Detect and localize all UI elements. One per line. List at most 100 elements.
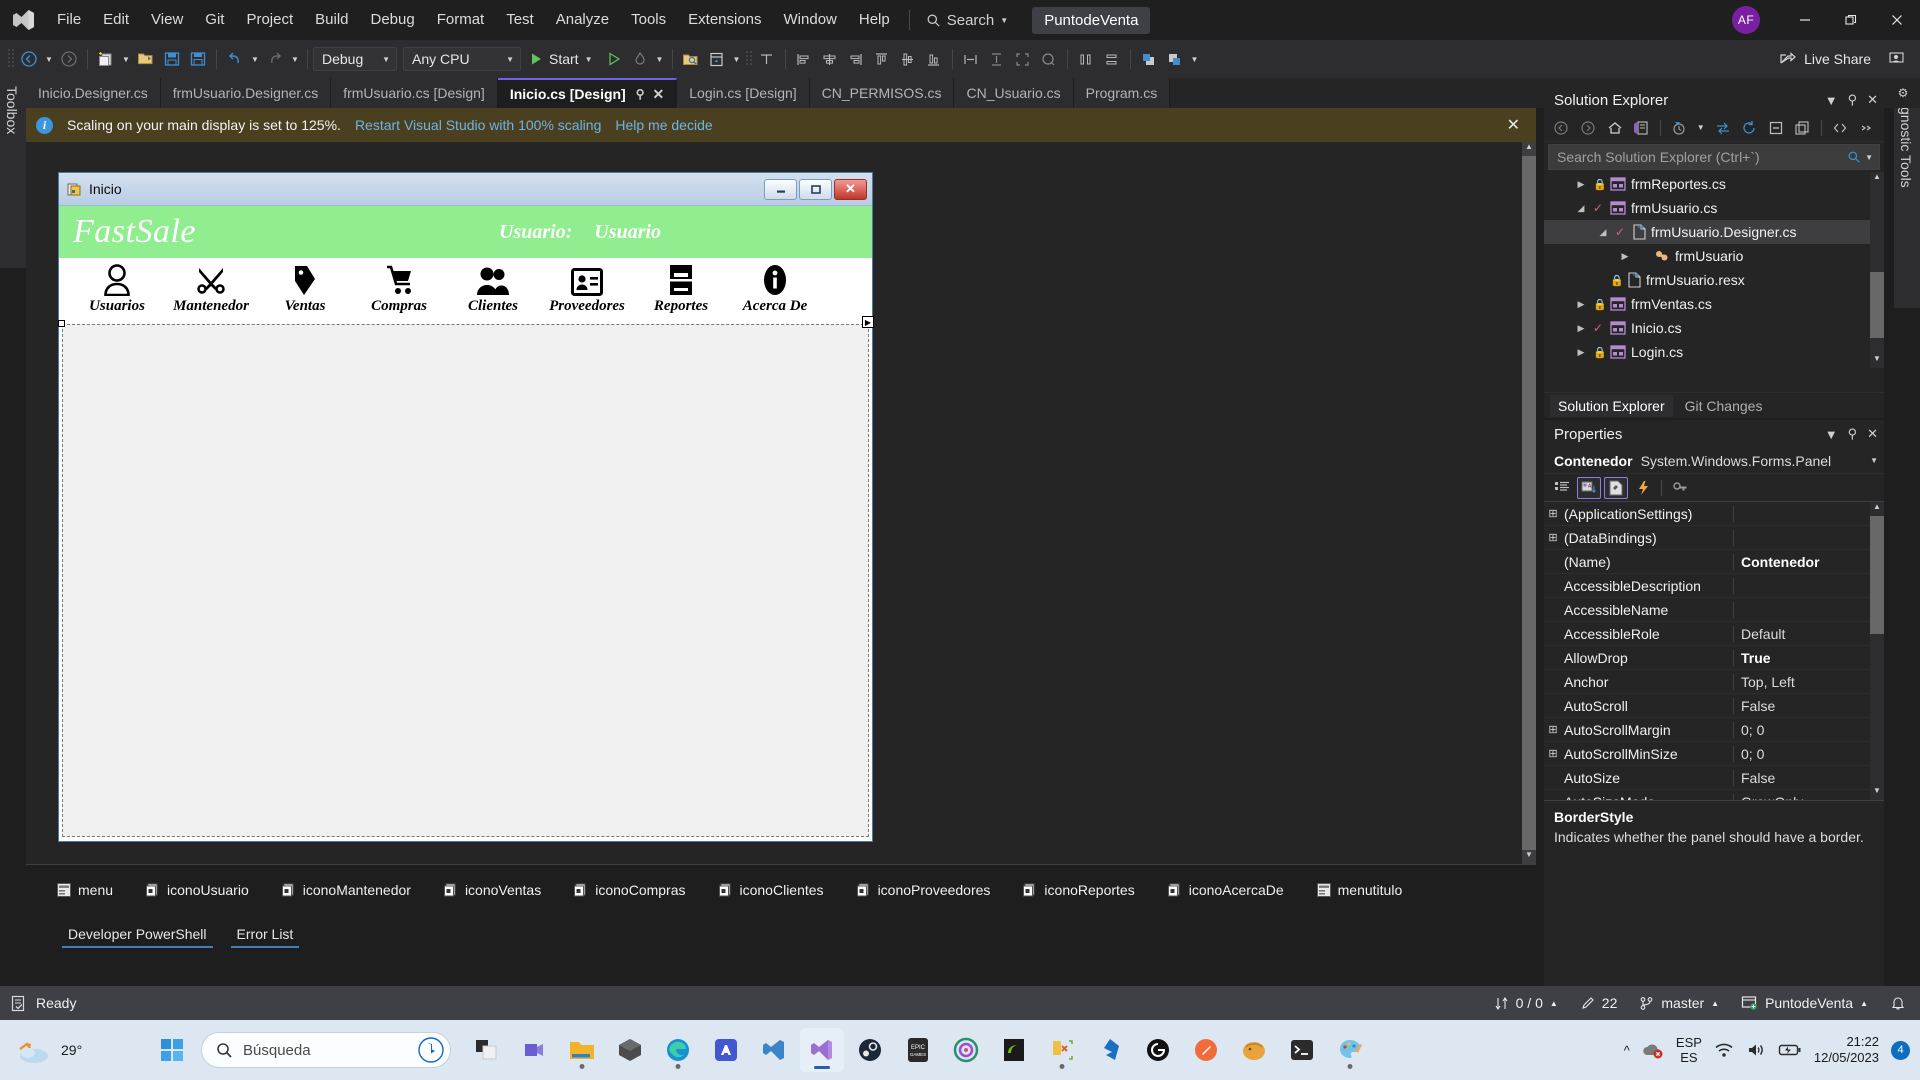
tree-item-frmventas-cs[interactable]: ▶ 🔒 frmVentas.cs <box>1544 292 1884 316</box>
form-close-button[interactable]: ✕ <box>834 178 867 200</box>
menu-item-ventas[interactable]: Ventas <box>269 258 341 315</box>
toolbar-grip-2[interactable] <box>744 48 754 70</box>
solution-explorer-scrollbar[interactable]: ▲ ▼ <box>1870 172 1884 368</box>
zoom-button[interactable] <box>1036 46 1062 72</box>
align-middles-button[interactable] <box>895 46 921 72</box>
show-all-files-button[interactable] <box>1791 117 1814 139</box>
menu-format[interactable]: Format <box>426 6 496 34</box>
property-row-accessiblerole[interactable]: AccessibleRole Default <box>1544 622 1884 646</box>
search-icon[interactable] <box>1847 150 1861 164</box>
taskbar-search-input[interactable]: Búsqueda <box>201 1032 451 1068</box>
taskbar-app-ubisoft-connect[interactable] <box>944 1028 988 1072</box>
gear-icon[interactable]: ⚙ <box>1892 86 1914 100</box>
tree-item-frmusuario-designer-cs[interactable]: ◢ ✓ frmUsuario.Designer.cs <box>1544 220 1884 244</box>
events-view-button[interactable] <box>1631 477 1655 499</box>
menu-tools[interactable]: Tools <box>620 6 677 34</box>
taskbar-app-azure-data-studio[interactable] <box>1088 1028 1132 1072</box>
taskbar-app-steam[interactable] <box>848 1028 892 1072</box>
close-button[interactable] <box>1874 0 1920 40</box>
tray-item-iconoreportes[interactable]: iconoReportes <box>1022 882 1135 898</box>
taskbar-app-terminal[interactable] <box>1280 1028 1324 1072</box>
tree-item-inicio-cs[interactable]: ▶ ✓ Inicio.cs <box>1544 316 1884 340</box>
inicio-form-preview[interactable]: Inicio ✕ FastSale Usuario: Usuario Usuar… <box>58 172 874 842</box>
property-value[interactable]: Contenedor <box>1734 554 1884 570</box>
restart-with-100-scaling-link[interactable]: Restart Visual Studio with 100% scaling <box>355 117 601 133</box>
pin-icon[interactable]: ⚲ <box>636 87 645 101</box>
open-file-button[interactable] <box>133 46 159 72</box>
back-button[interactable] <box>1550 117 1573 139</box>
vertical-spacing-button[interactable] <box>1099 46 1125 72</box>
property-row-databindings[interactable]: ⊞ (DataBindings) <box>1544 526 1884 550</box>
pin-icon[interactable]: ⚲ <box>1848 426 1858 442</box>
property-row-autosizemode[interactable]: AutoSizeMode GrowOnly <box>1544 790 1884 800</box>
start-debug-button[interactable]: Start ▼ <box>521 46 601 72</box>
align-tops-button[interactable] <box>869 46 895 72</box>
properties-grid[interactable]: ⊞ (ApplicationSettings) ⊞ (DataBindings)… <box>1544 502 1884 800</box>
redo-button[interactable] <box>262 46 288 72</box>
horizontal-spacing-button[interactable] <box>1073 46 1099 72</box>
collapse-all-button[interactable] <box>1765 117 1788 139</box>
property-row-name[interactable]: (Name) Contenedor <box>1544 550 1884 574</box>
select-in-solution-explorer-button[interactable] <box>678 46 704 72</box>
taskbar-app-vs-code[interactable] <box>752 1028 796 1072</box>
chevron-down-icon[interactable]: ▼ <box>1825 93 1838 108</box>
tree-item-frmusuario-resx[interactable]: 🔒 frmUsuario.resx <box>1544 268 1884 292</box>
chevron-right-icon[interactable]: ▶ <box>1574 347 1588 358</box>
tab-git-changes[interactable]: Git Changes <box>1677 395 1771 417</box>
taskbar-app-mysql-workbench[interactable] <box>704 1028 748 1072</box>
clock[interactable]: 21:22 12/05/2023 <box>1814 1034 1879 1066</box>
tray-item-menutitulo[interactable]: menutitulo <box>1316 882 1402 898</box>
tab-frmusuario-cs-design[interactable]: frmUsuario.cs [Design] <box>331 78 498 108</box>
menu-edit[interactable]: Edit <box>92 6 140 34</box>
align-bottoms-button[interactable] <box>921 46 947 72</box>
onedrive-error-icon[interactable] <box>1642 1041 1664 1059</box>
tree-item-frmusuario-class[interactable]: ▶ frmUsuario <box>1544 244 1884 268</box>
solution-properties-button[interactable] <box>1630 117 1653 139</box>
minimize-button[interactable] <box>1782 0 1828 40</box>
menu-project[interactable]: Project <box>235 6 304 34</box>
form-minimize-button[interactable] <box>764 178 797 200</box>
align-lefts-button[interactable] <box>791 46 817 72</box>
tab-developer-powershell[interactable]: Developer PowerShell <box>62 922 213 948</box>
taskbar-app-teams[interactable] <box>512 1028 556 1072</box>
align-rights-button[interactable] <box>843 46 869 72</box>
property-value[interactable]: 0; 0 <box>1734 722 1884 738</box>
chevron-right-icon[interactable]: ▶ <box>1618 251 1632 262</box>
scroll-down-arrow-icon[interactable]: ▼ <box>1870 786 1884 800</box>
new-project-dropdown[interactable]: ▼ <box>119 46 133 72</box>
property-value[interactable]: 0; 0 <box>1734 746 1884 762</box>
pin-icon[interactable]: ⚲ <box>1848 92 1858 108</box>
menu-build[interactable]: Build <box>304 6 359 34</box>
property-row-autoscrollminsize[interactable]: ⊞ AutoScrollMinSize 0; 0 <box>1544 742 1884 766</box>
repository-indicator[interactable]: PuntodeVenta ▲ <box>1741 995 1868 1011</box>
toolbox-side-tab[interactable]: Toolbox <box>0 78 26 268</box>
expand-icon[interactable]: ⊞ <box>1544 507 1562 520</box>
tab-login-cs-design[interactable]: Login.cs [Design] <box>677 78 810 108</box>
menu-analyze[interactable]: Analyze <box>545 6 620 34</box>
scroll-up-arrow-icon[interactable]: ▲ <box>1522 142 1536 156</box>
save-button[interactable] <box>159 46 185 72</box>
menu-item-usuarios[interactable]: Usuarios <box>81 258 153 315</box>
categorized-view-button[interactable] <box>1550 477 1574 499</box>
property-row-autoscrollmargin[interactable]: ⊞ AutoScrollMargin 0; 0 <box>1544 718 1884 742</box>
notification-badge[interactable]: 4 <box>1891 1040 1910 1060</box>
tray-item-iconoproveedores[interactable]: iconoProveedores <box>856 882 990 898</box>
scroll-thumb[interactable] <box>1870 516 1884 634</box>
menu-item-reportes[interactable]: Reportes <box>645 258 717 315</box>
resize-handle-top-left[interactable] <box>58 320 65 327</box>
preview-dropdown[interactable]: ▼ <box>730 46 744 72</box>
form-designer-surface[interactable]: Inicio ✕ FastSale Usuario: Usuario Usuar… <box>26 142 1536 864</box>
property-value[interactable]: Default <box>1734 626 1884 642</box>
solution-explorer-search-input[interactable]: Search Solution Explorer (Ctrl+`) ▼ <box>1548 144 1880 170</box>
solution-explorer-tree[interactable]: ▶ 🔒 frmReportes.cs ◢ ✓ frmUsuario.cs ◢ ✓ <box>1544 172 1884 368</box>
volume-icon[interactable] <box>1746 1041 1766 1059</box>
menu-help[interactable]: Help <box>848 6 901 34</box>
make-same-height-button[interactable] <box>984 46 1010 72</box>
tree-item-login-cs[interactable]: ▶ 🔒 Login.cs <box>1544 340 1884 364</box>
menu-item-compras[interactable]: Compras <box>363 258 435 315</box>
source-control-changes[interactable]: 0 / 0 ▲ <box>1494 995 1558 1011</box>
taskbar-app-file-explorer[interactable] <box>560 1028 604 1072</box>
global-search-box[interactable]: Search ▼ <box>918 7 1016 33</box>
menu-extensions[interactable]: Extensions <box>677 6 772 34</box>
tray-item-iconoclientes[interactable]: iconoClientes <box>718 882 824 898</box>
